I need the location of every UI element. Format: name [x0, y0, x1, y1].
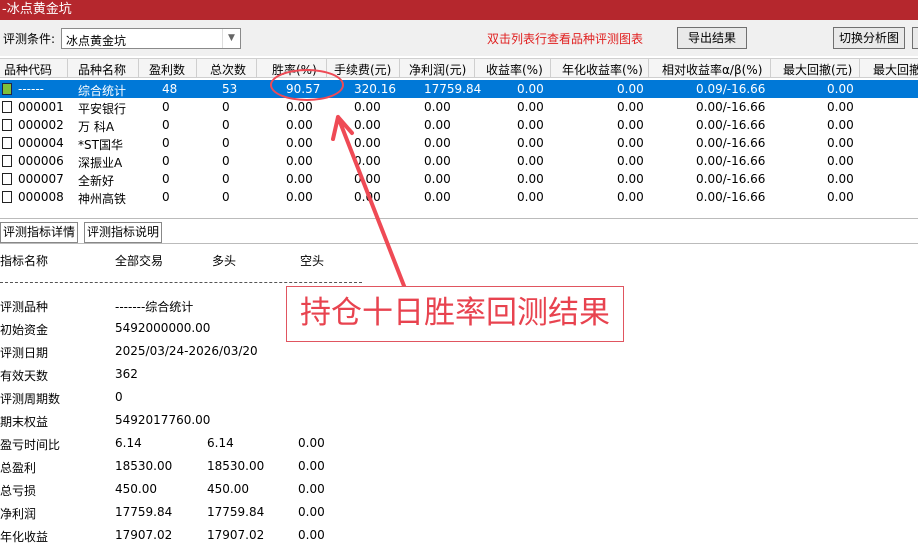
annotation-label: 持仓十日胜率回测结果 [286, 286, 624, 342]
annotation-arrow [331, 115, 408, 293]
